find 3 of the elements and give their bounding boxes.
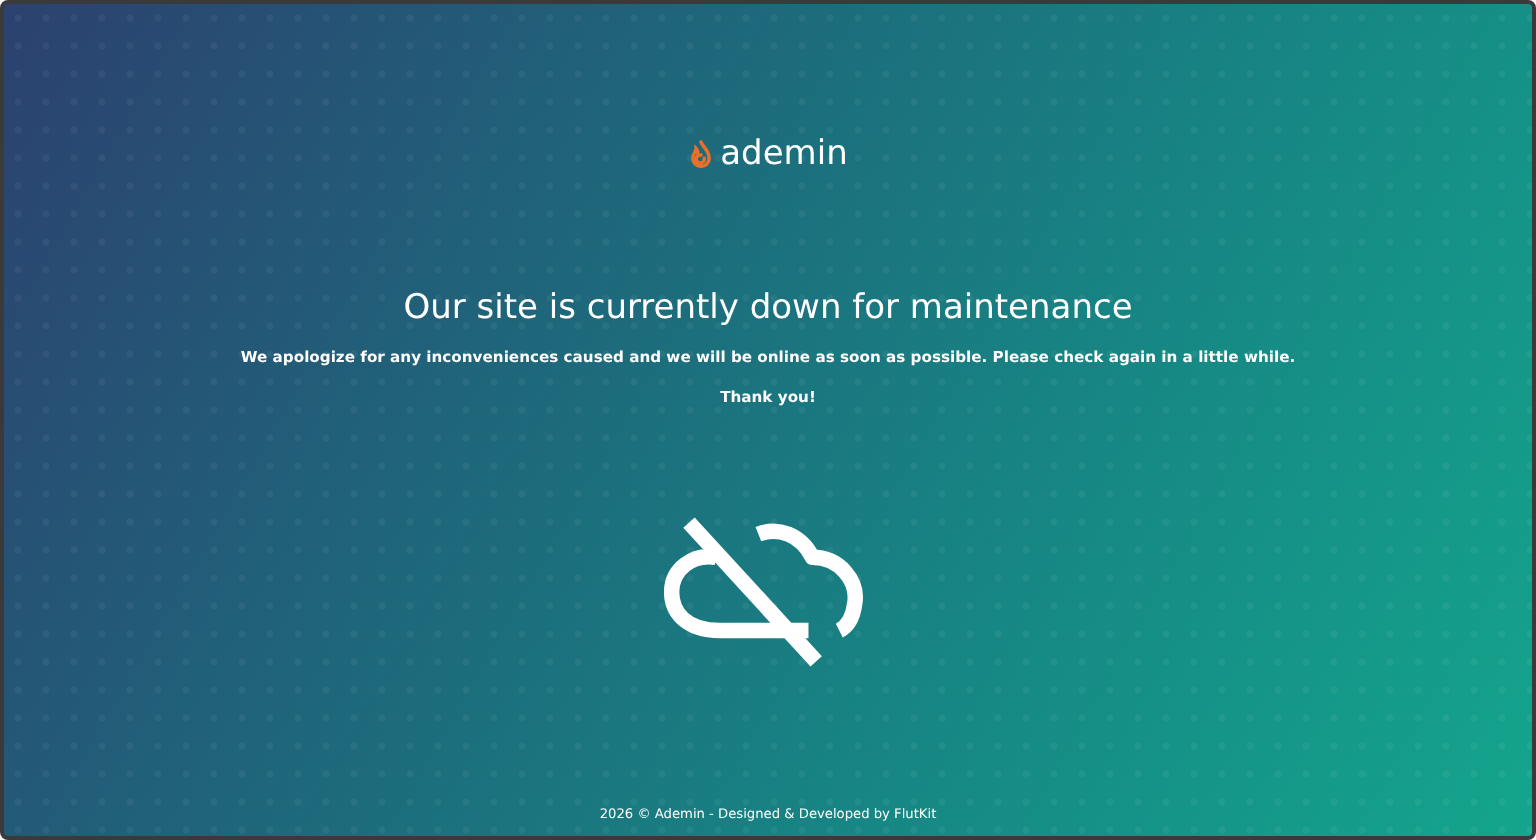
- logo-text: ademin: [720, 134, 848, 174]
- heading: Our site is currently down for maintenance: [403, 288, 1133, 328]
- flame-icon: [688, 139, 715, 169]
